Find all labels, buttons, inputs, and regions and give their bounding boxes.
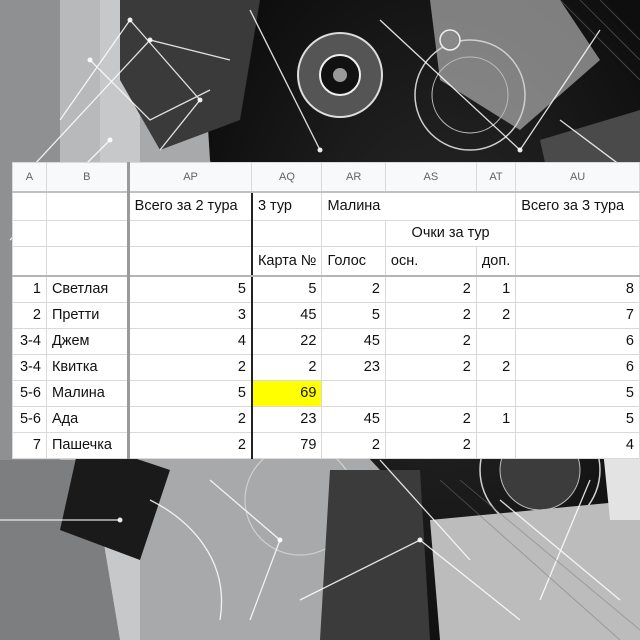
extra-cell[interactable]	[475, 328, 517, 355]
card-cell-highlighted[interactable]: 69	[250, 380, 323, 407]
header-extra[interactable]: доп.	[475, 246, 517, 277]
header-main[interactable]: осн.	[384, 246, 477, 277]
column-header[interactable]: AR	[321, 162, 386, 193]
cell[interactable]	[12, 220, 47, 247]
column-header[interactable]: AS	[384, 162, 477, 193]
card-cell[interactable]: 45	[250, 302, 323, 329]
card-cell[interactable]: 5	[250, 275, 323, 303]
cell[interactable]	[385, 191, 477, 221]
main-cell[interactable]: 2	[384, 328, 477, 355]
card-cell[interactable]: 79	[250, 432, 323, 459]
main-cell[interactable]: 2	[384, 275, 477, 303]
extra-cell[interactable]: 1	[475, 406, 517, 433]
vote-cell[interactable]: 45	[321, 406, 386, 433]
header-total-2[interactable]: Всего за 2 тура	[127, 191, 253, 221]
name-cell[interactable]: Малина	[45, 380, 130, 407]
main-cell[interactable]: 2	[384, 302, 477, 329]
total2-cell[interactable]: 4	[127, 328, 253, 355]
cell[interactable]	[321, 220, 386, 247]
extra-cell[interactable]: 1	[475, 275, 517, 303]
name-cell[interactable]: Квитка	[45, 354, 130, 381]
rank-cell[interactable]: 5-6	[12, 406, 47, 433]
header-row: Карта № Голос осн. доп.	[12, 246, 640, 277]
header-vote[interactable]: Голос	[321, 246, 386, 277]
total3-cell[interactable]: 5	[515, 380, 640, 407]
table-row: 1 Светлая 5 5 2 2 1 8	[12, 275, 640, 303]
total2-cell[interactable]: 2	[127, 432, 253, 459]
total3-cell[interactable]: 6	[515, 354, 640, 381]
cell[interactable]	[250, 220, 323, 247]
column-header-row: A B AP AQ AR AS AT AU	[12, 162, 640, 193]
card-cell[interactable]: 23	[250, 406, 323, 433]
rank-cell[interactable]: 7	[12, 432, 47, 459]
table-row: 3-4 Джем 4 22 45 2 6	[12, 328, 640, 355]
name-cell[interactable]: Светлая	[45, 275, 130, 303]
total2-cell[interactable]: 3	[127, 302, 253, 329]
header-row: Очки за тур	[12, 220, 640, 247]
rank-cell[interactable]: 5-6	[12, 380, 47, 407]
main-cell[interactable]	[384, 380, 477, 407]
column-header[interactable]: B	[45, 162, 130, 193]
header-points-per-tour[interactable]: Очки за тур	[384, 220, 517, 247]
total2-cell[interactable]: 2	[127, 406, 253, 433]
total2-cell[interactable]: 5	[127, 275, 253, 303]
header-malina[interactable]: Малина	[321, 191, 386, 221]
table-row: 2 Претти 3 45 5 2 2 7	[12, 302, 640, 329]
vote-cell[interactable]: 45	[321, 328, 386, 355]
column-header[interactable]: AT	[475, 162, 517, 193]
total2-cell[interactable]: 2	[127, 354, 253, 381]
cell[interactable]	[127, 220, 253, 247]
main-cell[interactable]: 2	[384, 354, 477, 381]
cell[interactable]	[476, 191, 517, 221]
table-row: 7 Пашечка 2 79 2 2 4	[12, 432, 640, 459]
header-total-3[interactable]: Всего за 3 тура	[515, 191, 640, 221]
cell[interactable]	[127, 246, 253, 277]
main-cell[interactable]: 2	[384, 432, 477, 459]
column-header[interactable]: AP	[127, 162, 253, 193]
column-header[interactable]: AU	[515, 162, 640, 193]
vote-cell[interactable]: 2	[321, 275, 386, 303]
table-row: 5-6 Ада 2 23 45 2 1 5	[12, 406, 640, 433]
total3-cell[interactable]: 5	[515, 406, 640, 433]
card-cell[interactable]: 2	[250, 354, 323, 381]
cell[interactable]	[45, 191, 130, 221]
cell[interactable]	[515, 220, 640, 247]
card-cell[interactable]: 22	[250, 328, 323, 355]
extra-cell[interactable]	[475, 380, 517, 407]
rank-cell[interactable]: 1	[12, 275, 47, 303]
header-card-no[interactable]: Карта №	[250, 246, 323, 277]
main-cell[interactable]: 2	[384, 406, 477, 433]
extra-cell[interactable]: 2	[475, 354, 517, 381]
cell[interactable]	[45, 246, 130, 277]
header-tour-3[interactable]: 3 тур	[250, 191, 323, 221]
extra-cell[interactable]	[475, 432, 517, 459]
cell[interactable]	[45, 220, 130, 247]
rank-cell[interactable]: 3-4	[12, 354, 47, 381]
extra-cell[interactable]: 2	[475, 302, 517, 329]
total3-cell[interactable]: 8	[515, 275, 640, 303]
total2-cell[interactable]: 5	[127, 380, 253, 407]
total3-cell[interactable]: 4	[515, 432, 640, 459]
name-cell[interactable]: Претти	[45, 302, 130, 329]
total3-cell[interactable]: 7	[515, 302, 640, 329]
spreadsheet-grid: A B AP AQ AR AS AT AU Всего за 2 тура 3 …	[12, 162, 640, 459]
table-row: 5-6 Малина 5 69 5	[12, 380, 640, 407]
vote-cell[interactable]: 2	[321, 432, 386, 459]
cell[interactable]	[12, 191, 47, 221]
column-header[interactable]: AQ	[251, 162, 323, 193]
table-row: 3-4 Квитка 2 2 23 2 2 6	[12, 354, 640, 381]
cell[interactable]	[12, 246, 47, 277]
vote-cell[interactable]	[321, 380, 386, 407]
vote-cell[interactable]: 5	[321, 302, 386, 329]
rank-cell[interactable]: 2	[12, 302, 47, 329]
header-row: Всего за 2 тура 3 тур Малина Всего за 3 …	[12, 191, 640, 221]
name-cell[interactable]: Ада	[45, 406, 130, 433]
rank-cell[interactable]: 3-4	[12, 328, 47, 355]
column-header[interactable]: A	[12, 162, 47, 193]
cell[interactable]	[515, 246, 640, 277]
name-cell[interactable]: Пашечка	[45, 432, 130, 459]
vote-cell[interactable]: 23	[321, 354, 386, 381]
total3-cell[interactable]: 6	[515, 328, 640, 355]
name-cell[interactable]: Джем	[45, 328, 130, 355]
